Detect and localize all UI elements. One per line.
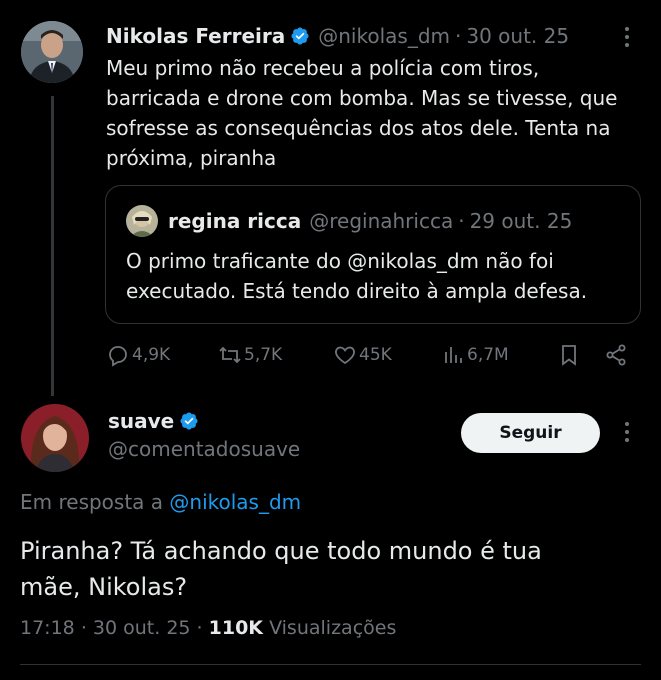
suave-avatar[interactable] bbox=[21, 404, 89, 472]
retweet-count: 5,7K bbox=[244, 345, 283, 365]
quoted-author-handle: @reginahricca bbox=[309, 209, 454, 233]
views-count: 6,7M bbox=[467, 345, 509, 365]
quoted-tweet-text: O primo traficante do @nikolas_dm não fo… bbox=[126, 246, 631, 306]
separator-dot: · bbox=[458, 209, 465, 233]
retweet-button[interactable]: 5,7K bbox=[218, 342, 282, 368]
quoted-tweet[interactable]: regina ricca @reginahricca · 29 out. 25 … bbox=[105, 185, 641, 324]
reply-author-name[interactable]: suave bbox=[108, 409, 174, 433]
regina-avatar bbox=[126, 205, 158, 237]
reply-count: 4,9K bbox=[132, 345, 171, 365]
separator-dot: · bbox=[196, 617, 203, 639]
reply-button[interactable]: 4,9K bbox=[106, 342, 170, 368]
quoted-text-line: executado. Está tendo direito à ampla de… bbox=[126, 279, 588, 303]
share-icon bbox=[606, 344, 626, 366]
nikolas-avatar[interactable] bbox=[21, 21, 83, 83]
reply-tweet-text: Piranha? Tá achando que todo mundo é tua… bbox=[20, 533, 640, 605]
follow-button[interactable]: Seguir bbox=[461, 413, 600, 453]
reply-text-line: Piranha? Tá achando que todo mundo é tua bbox=[20, 537, 542, 565]
tweet-date[interactable]: 30 out. 25 bbox=[93, 617, 191, 639]
bookmark-button[interactable] bbox=[557, 342, 581, 368]
views-label: Visualizações bbox=[269, 617, 397, 639]
separator-dot: · bbox=[80, 617, 87, 639]
reply-author-handle[interactable]: @comentadosuave bbox=[108, 437, 300, 461]
views-button[interactable]: 6,7M bbox=[441, 342, 509, 368]
tweet-text-line: Meu primo não recebeu a polícia com tiro… bbox=[106, 56, 540, 80]
quoted-text-line: O primo traficante do @nikolas_dm não fo… bbox=[126, 249, 554, 273]
author-name[interactable]: Nikolas Ferreira bbox=[106, 24, 285, 48]
reply-icon bbox=[109, 346, 127, 367]
retweet-icon bbox=[219, 346, 241, 364]
tweet-text: Meu primo não recebeu a polícia com tiro… bbox=[106, 53, 636, 173]
thread-connector-line bbox=[51, 96, 54, 396]
reply-context: Em resposta a @nikolas_dm bbox=[20, 490, 301, 514]
quoted-tweet-date: 29 out. 25 bbox=[469, 209, 573, 233]
bookmark-icon bbox=[562, 345, 576, 366]
share-button[interactable] bbox=[604, 342, 628, 368]
more-icon[interactable] bbox=[624, 27, 630, 49]
separator-dot: · bbox=[455, 24, 462, 48]
tweet-text-line: barricada e drone com bomba. Mas se tive… bbox=[106, 86, 618, 110]
tweet-time[interactable]: 17:18 bbox=[20, 617, 75, 639]
reply-context-handle[interactable]: @nikolas_dm bbox=[169, 490, 301, 514]
quoted-author-name: regina ricca bbox=[168, 209, 302, 233]
tweet-text-line: próxima, piranha bbox=[106, 146, 277, 170]
views-total: 110K bbox=[208, 617, 264, 639]
author-handle[interactable]: @nikolas_dm bbox=[318, 24, 450, 48]
verified-badge-icon bbox=[180, 412, 198, 430]
like-button[interactable]: 45K bbox=[333, 342, 392, 368]
more-icon[interactable] bbox=[624, 422, 630, 444]
views-icon bbox=[445, 347, 462, 363]
reply-text-line: mãe, Nikolas? bbox=[20, 573, 188, 601]
tweet-meta: 17:18 · 30 out. 25 · 110K Visualizações bbox=[20, 617, 396, 639]
tweet-text-line: sofresse as consequências dos atos dele.… bbox=[106, 116, 611, 140]
divider bbox=[20, 664, 641, 665]
reply-context-prefix: Em resposta a bbox=[20, 490, 164, 514]
verified-badge-icon bbox=[291, 27, 309, 45]
like-count: 45K bbox=[359, 345, 392, 365]
like-icon bbox=[335, 346, 355, 365]
tweet-date[interactable]: 30 out. 25 bbox=[466, 24, 569, 48]
